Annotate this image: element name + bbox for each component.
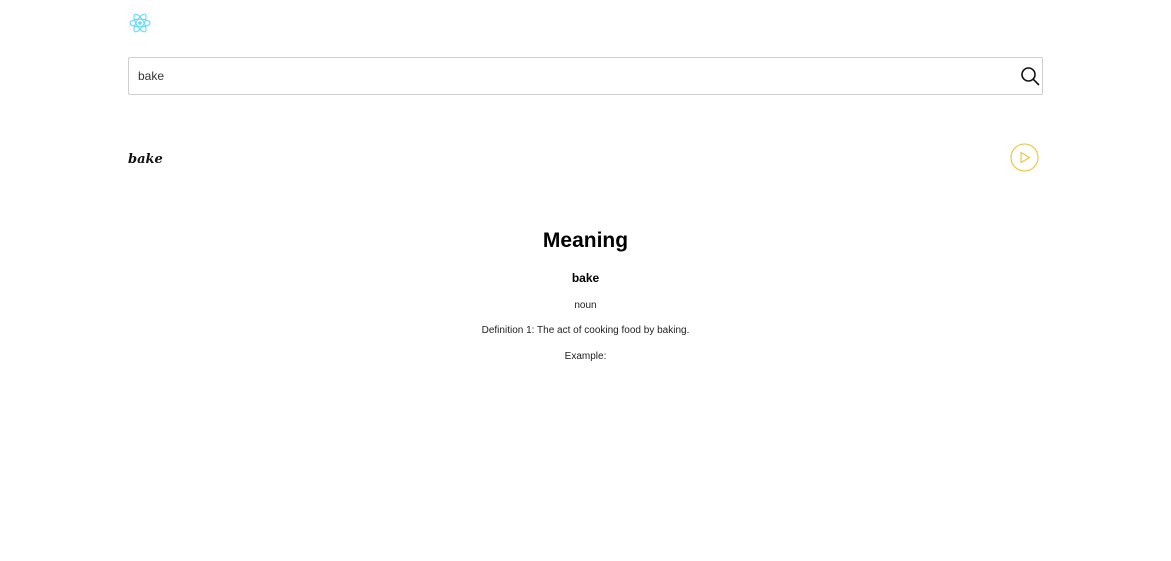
word-title: bake [128, 152, 163, 167]
react-logo-icon [129, 12, 151, 34]
search-icon [1021, 67, 1040, 86]
example-text: Example: [564, 351, 607, 362]
meaning-word: bake [571, 271, 600, 285]
search-button[interactable] [1020, 66, 1040, 86]
search-input[interactable] [129, 58, 1009, 94]
play-circle-icon [1010, 143, 1039, 172]
meaning-heading: Meaning [542, 229, 629, 252]
part-of-speech: noun [574, 300, 597, 311]
definition-text: Definition 1: The act of cooking food by… [481, 325, 690, 336]
play-audio-button[interactable] [1010, 143, 1039, 172]
search-bar [128, 57, 1043, 95]
dictionary-page: bake Meaning bake noun Definition 1: The… [0, 0, 1171, 561]
